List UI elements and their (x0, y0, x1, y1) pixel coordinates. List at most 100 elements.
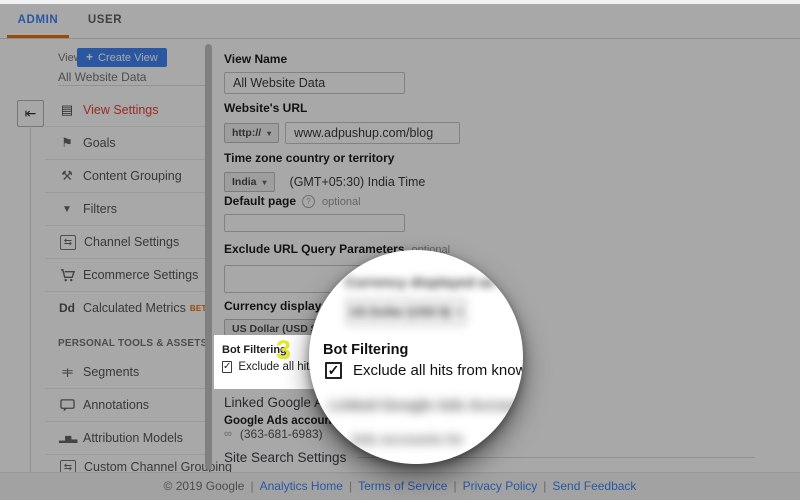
sidebar-item-annotations[interactable]: Annotations (45, 388, 205, 421)
flag-icon: ⚑ (59, 135, 75, 151)
protocol-value: http:// (232, 127, 261, 139)
sidebar-item-attribution-models[interactable]: ▂▆▃ Attribution Models (45, 421, 205, 454)
plus-icon: + (86, 50, 93, 64)
footer-link-privacy[interactable]: Privacy Policy (463, 479, 538, 493)
sidebar-item-label: Goals (83, 136, 116, 150)
magnified-currency-label: Currency displayed as? (345, 274, 515, 291)
sidebar-item-label: Filters (83, 202, 117, 216)
sidebar-item-segments[interactable]: ≡|≡ Segments (45, 356, 205, 388)
timezone-section: Time zone country or territory India ▾ (G… (224, 145, 425, 192)
bot-filtering-checkbox[interactable]: ✓ (222, 361, 232, 373)
check-icon: ✓ (328, 362, 340, 378)
magnified-blurred-text: Linked Google Ads Accoun (329, 397, 523, 414)
personal-tools-section-header: PERSONAL TOOLS & ASSETS (45, 330, 205, 356)
country-value: India (232, 176, 257, 188)
current-view-name: All Website Data (58, 70, 146, 84)
site-search-heading-text: Site Search Settings (224, 450, 346, 465)
default-page-input[interactable] (224, 214, 405, 232)
sidebar-item-label: Calculated Metrics (83, 301, 186, 315)
help-icon[interactable]: ? (302, 195, 315, 208)
calculated-metrics-icon: Dd (59, 301, 75, 315)
back-arrow-icon: ⇤ (25, 105, 37, 121)
panel-divider (30, 126, 31, 472)
footer-link-terms[interactable]: Terms of Service (358, 479, 447, 493)
section-header-label: PERSONAL TOOLS & ASSETS (58, 338, 207, 349)
magnified-currency-value: US Dollar (USD $) (350, 305, 451, 319)
magnified-checkbox-row: ✓ Exclude all hits from known bot (325, 362, 523, 379)
ads-account-row: ∞ (363-681-6983) (224, 427, 323, 441)
magnified-currency-dropdown: US Dollar (USD $) ▾ (345, 298, 467, 326)
sidebar-item-ecommerce-settings[interactable]: Ecommerce Settings (45, 258, 205, 291)
sidebar-item-label: Channel Settings (84, 235, 179, 249)
magnified-blurred-text: Ads accounts lin (351, 431, 463, 447)
footer: © 2019 Google | Analytics Home | Terms of Se… (0, 472, 800, 500)
exclude-params-label-text: Exclude URL Query Parameters (224, 242, 405, 256)
separator: | (250, 479, 253, 493)
link-icon: ∞ (224, 428, 232, 440)
view-name-input[interactable] (224, 72, 405, 94)
chevron-down-icon: ▾ (263, 178, 267, 187)
check-icon: ✓ (223, 361, 231, 372)
sidebar-item-label: Annotations (83, 398, 149, 412)
chevron-down-icon: ▾ (458, 307, 463, 318)
protocol-dropdown[interactable]: http:// ▾ (224, 123, 279, 143)
collapse-panel-button[interactable]: ⇤ (17, 100, 44, 127)
sidebar-item-channel-settings[interactable]: ⇆ Channel Settings (45, 225, 205, 258)
currency-value: US Dollar (USD $) (232, 323, 320, 335)
copyright-text: © 2019 Google (164, 479, 245, 493)
document-icon: ▤ (59, 102, 75, 118)
sidebar-item-view-settings[interactable]: ▤ View Settings (45, 94, 205, 126)
help-icon: ? (500, 276, 515, 291)
magnified-currency-label-text: Currency displayed as (345, 274, 494, 290)
timezone-value: (GMT+05:30) India Time (290, 175, 426, 189)
timezone-label: Time zone country or territory (224, 151, 425, 165)
view-name-label: View Name (224, 52, 405, 66)
magnified-checkbox-label: Exclude all hits from known bot (353, 362, 523, 379)
default-page-section: Default page? optional (224, 188, 405, 232)
admin-user-tabbar: ADMIN USER (0, 4, 800, 39)
bot-filtering-section: Bot Filtering 3 ✓ Exclude all hits f (214, 335, 314, 389)
sidebar-item-label: Attribution Models (83, 431, 183, 445)
sidebar-item-label: View Settings (83, 103, 159, 117)
website-url-section: Website's URL http:// ▾ (224, 95, 460, 144)
magnifier-zoom-circle: Currency displayed as? US Dollar (USD $)… (309, 250, 523, 464)
magnified-checkbox: ✓ (325, 362, 342, 379)
segments-icon: ≡|≡ (59, 367, 75, 377)
separator: | (453, 479, 456, 493)
website-url-input[interactable] (285, 122, 460, 144)
channel-icon: ⇆ (60, 235, 76, 250)
separator: | (349, 479, 352, 493)
footer-link-feedback[interactable]: Send Feedback (552, 479, 636, 493)
separator: | (543, 479, 546, 493)
step-number-badge: 3 (276, 337, 291, 363)
sidebar-item-label: Content Grouping (83, 169, 182, 183)
ads-account-number: (363-681-6983) (240, 427, 323, 441)
view-name-section: View Name (224, 46, 405, 94)
funnel-icon: ▼ (59, 204, 75, 215)
tools-icon: ⚒ (59, 168, 75, 184)
sidebar-item-label: Ecommerce Settings (83, 268, 198, 282)
sidebar-item-label: Segments (83, 365, 139, 379)
sidebar-scrollbar[interactable] (205, 44, 212, 470)
ga-admin-page: { "colors": { "accent_blue": "#4285f4", … (0, 0, 800, 500)
annotation-icon (59, 398, 75, 412)
divider (58, 85, 205, 86)
create-view-label: Create View (98, 52, 158, 64)
footer-link-analytics-home[interactable]: Analytics Home (260, 479, 343, 493)
sidebar-item-goals[interactable]: ⚑ Goals (45, 126, 205, 159)
sidebar-item-content-grouping[interactable]: ⚒ Content Grouping (45, 159, 205, 192)
tab-admin[interactable]: ADMIN (7, 4, 69, 38)
default-page-label-text: Default page (224, 194, 296, 208)
create-view-button[interactable]: + Create View (77, 48, 167, 67)
sidebar-item-filters[interactable]: ▼ Filters (45, 192, 205, 225)
bar-chart-icon: ▂▆▃ (59, 434, 75, 443)
default-page-label: Default page? optional (224, 194, 405, 208)
sidebar-item-calculated-metrics[interactable]: Dd Calculated Metrics BETA (45, 291, 205, 324)
tab-user[interactable]: USER (74, 4, 136, 35)
chevron-down-icon: ▾ (267, 129, 271, 138)
magnified-bot-filtering-label: Bot Filtering (323, 342, 408, 358)
sidebar-menu: ▤ View Settings ⚑ Goals ⚒ Content Groupi… (45, 94, 205, 498)
website-url-label: Website's URL (224, 101, 460, 115)
cart-icon (59, 268, 75, 282)
optional-tag: optional (322, 196, 361, 208)
